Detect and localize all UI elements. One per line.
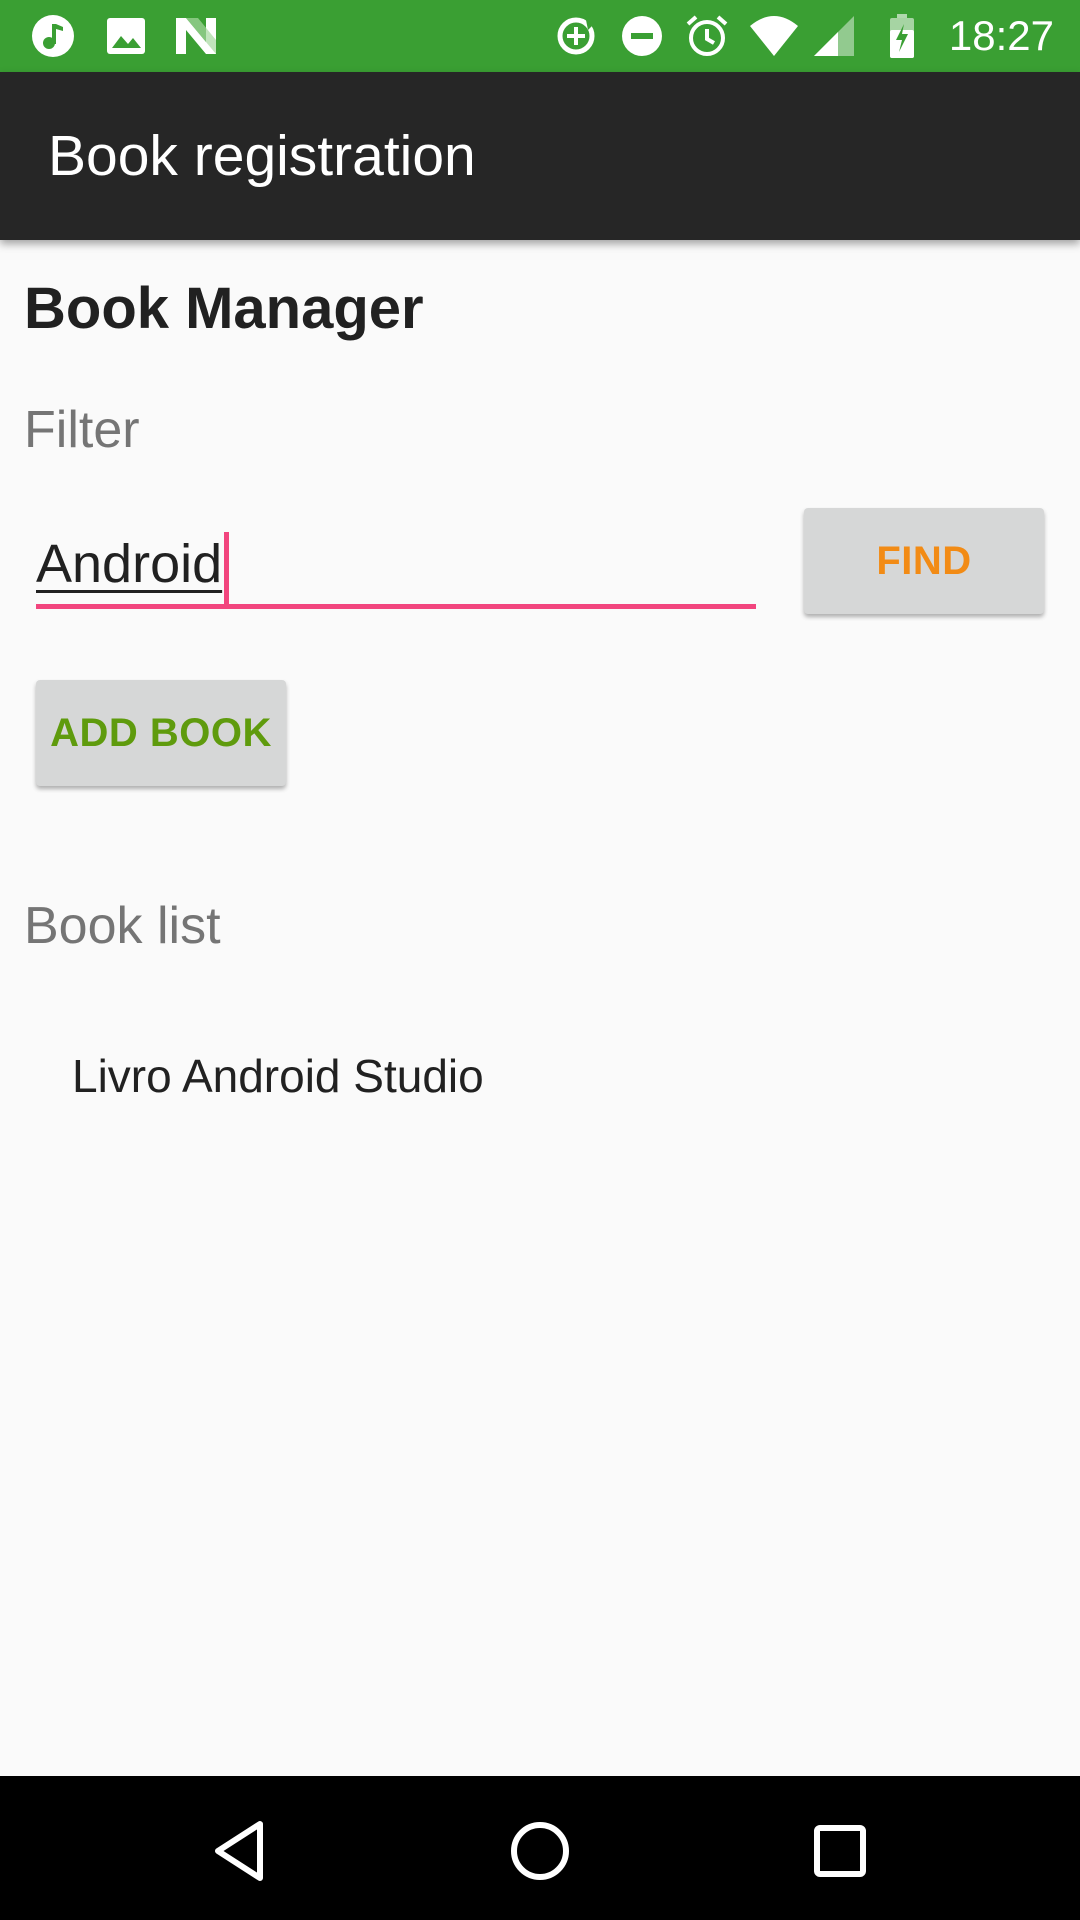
filter-input-value: Android [36, 534, 223, 594]
status-time: 18:27 [948, 12, 1054, 59]
n-notification-icon [176, 18, 216, 54]
screen: 18:27 Book registration Book Manager Fil… [0, 0, 1080, 1920]
page-title: Book Manager [24, 276, 424, 341]
recents-icon[interactable] [805, 1816, 875, 1886]
list-item[interactable]: Livro Android Studio [72, 1048, 484, 1104]
signal-icon [814, 16, 854, 56]
app-bar: Book registration [0, 72, 1080, 240]
text-cursor [224, 531, 230, 604]
find-button[interactable]: FIND [804, 508, 1044, 614]
navigation-bar [0, 1776, 1080, 1920]
home-icon[interactable] [505, 1816, 575, 1886]
back-icon[interactable] [206, 1816, 276, 1886]
filter-input[interactable]: Android [36, 524, 756, 609]
status-bar: 18:27 [0, 0, 1080, 72]
alarm-icon [686, 15, 728, 56]
add-book-button[interactable]: ADD BOOK [36, 680, 286, 786]
music-note-icon [32, 15, 74, 57]
filter-label: Filter [24, 401, 140, 459]
image-icon [107, 18, 145, 54]
data-saver-icon [557, 17, 595, 55]
book-list-label: Book list [24, 897, 221, 955]
battery-charging-icon [890, 14, 914, 58]
wifi-icon [750, 16, 798, 56]
app-title: Book registration [48, 124, 476, 188]
do-not-disturb-icon [622, 16, 662, 56]
main-content: Book Manager Filter Android FIND ADD BOO… [0, 240, 1080, 1776]
